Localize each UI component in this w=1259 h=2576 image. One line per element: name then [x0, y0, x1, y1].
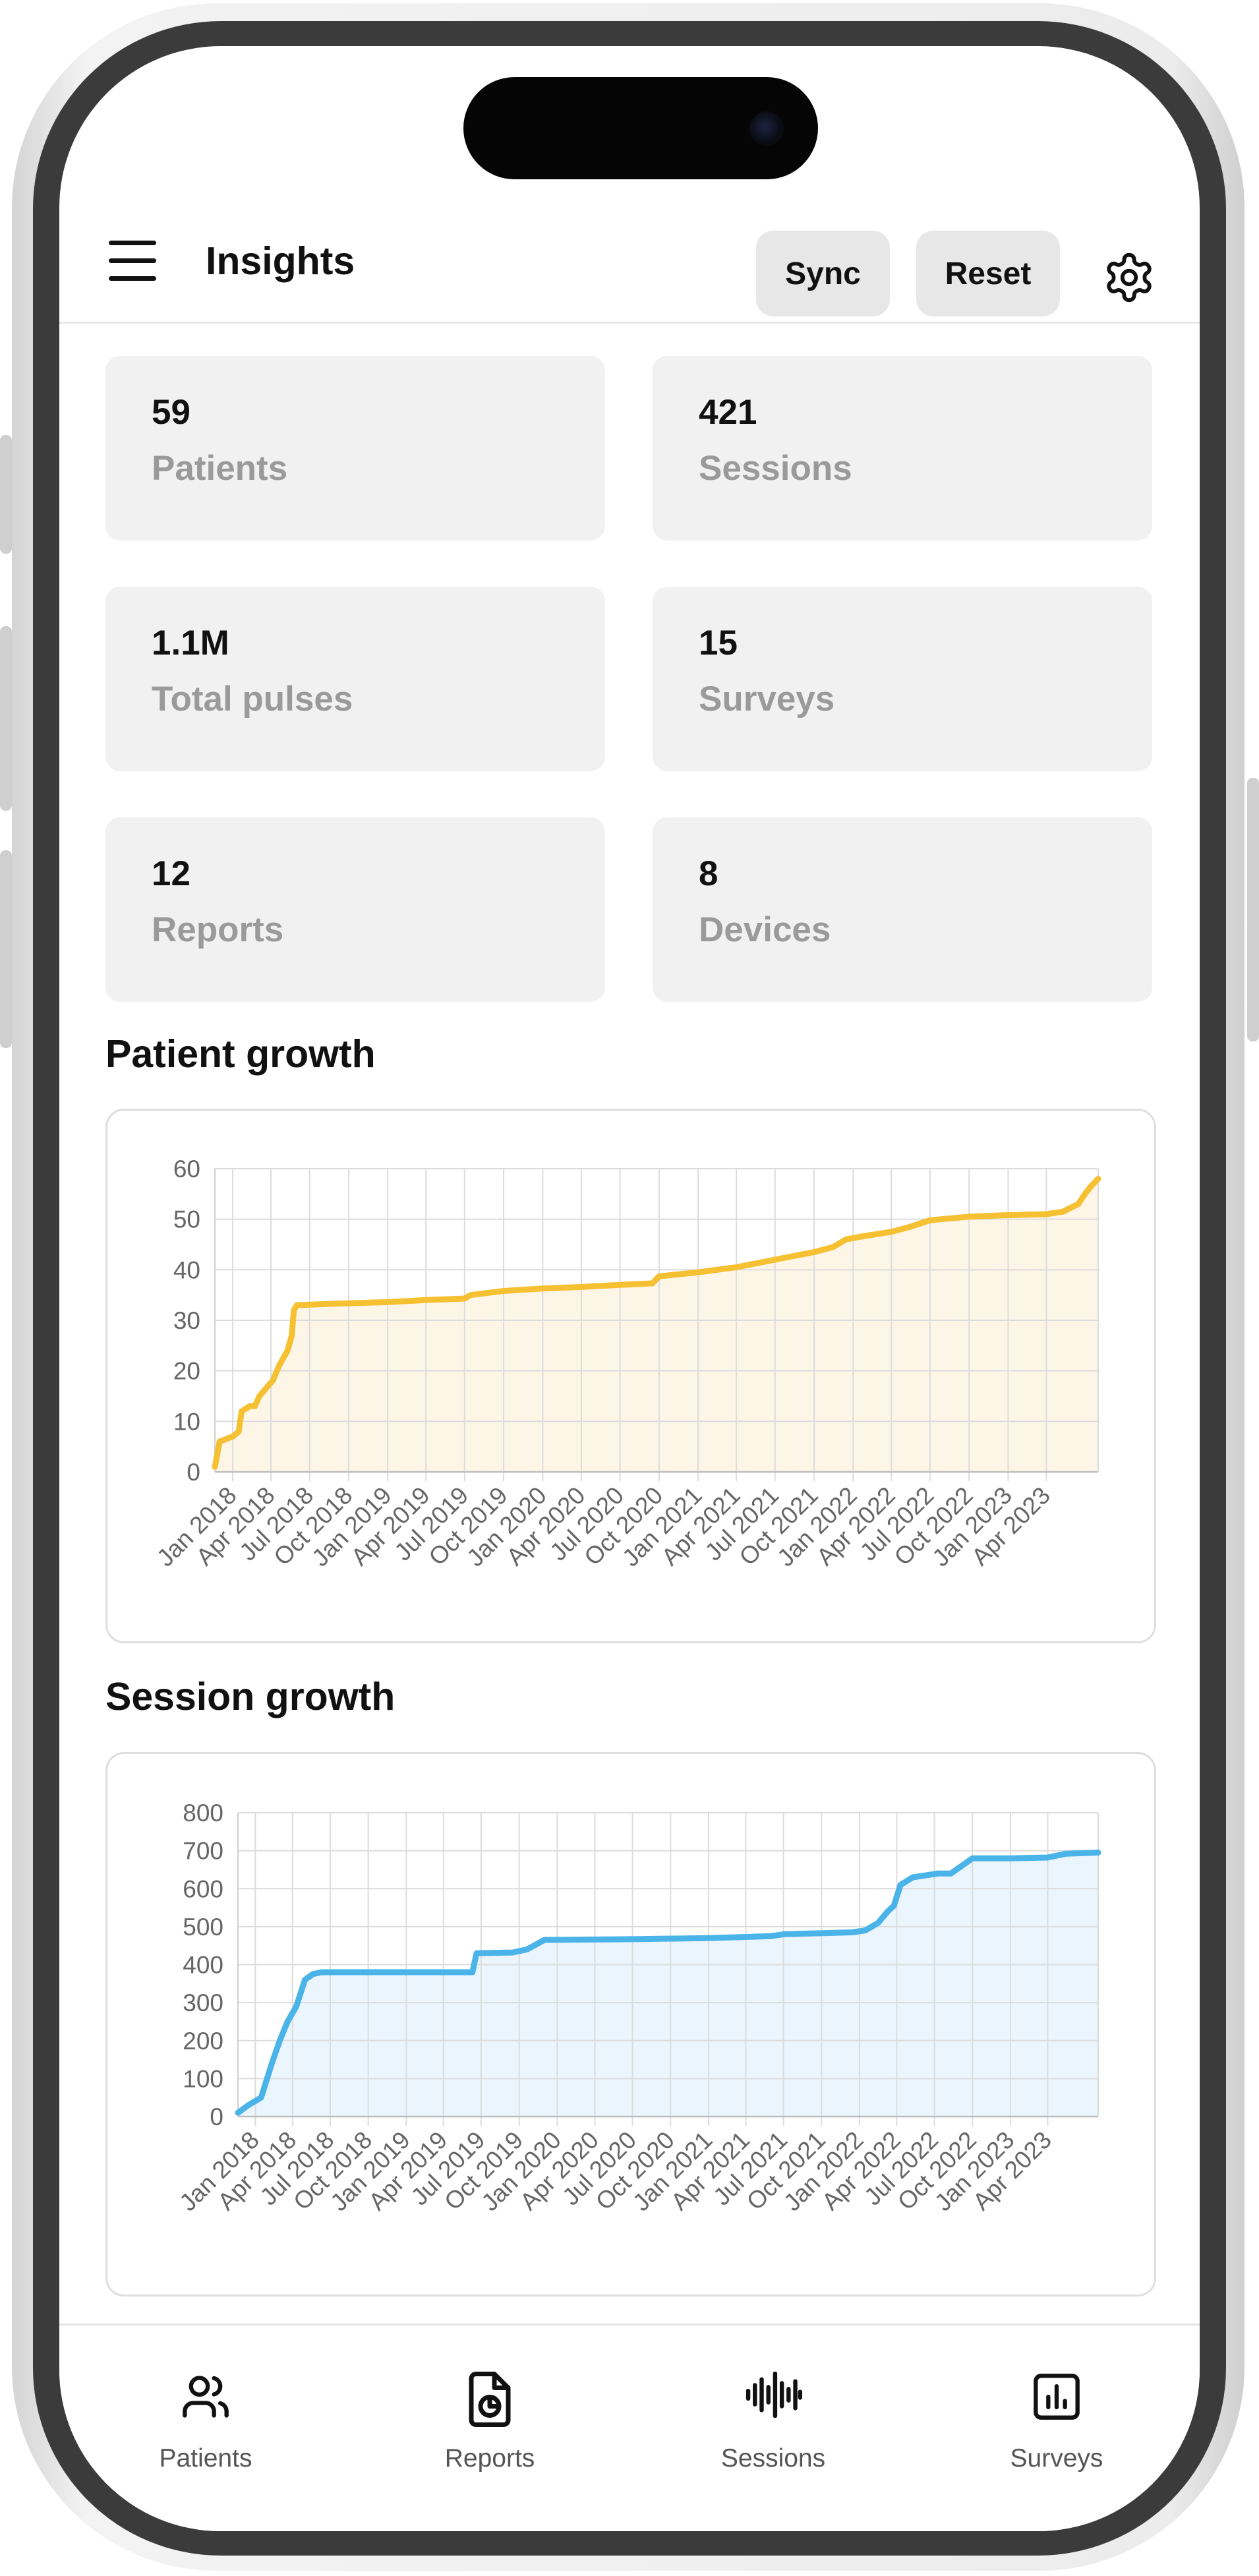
nav-label: Sessions [720, 2444, 826, 2473]
stat-card-devices[interactable]: 8 Devices [653, 817, 1152, 1002]
y-tick-label: 20 [173, 1358, 200, 1385]
stat-label: Patients [152, 449, 288, 488]
nav-sessions[interactable]: Sessions [674, 2326, 872, 2484]
session-growth-title: Session growth [105, 1675, 395, 1718]
stat-card-reports[interactable]: 12 Reports [105, 817, 605, 1002]
stat-value: 8 [699, 854, 718, 893]
dynamic-island [463, 77, 818, 179]
volume-up-button [0, 435, 12, 554]
nav-label: Surveys [1010, 2444, 1103, 2473]
y-tick-label: 0 [210, 2103, 223, 2130]
stat-value: 15 [699, 624, 738, 662]
bottom-nav: Patients Reports Sessions Surveys [59, 2324, 1200, 2531]
y-tick-label: 400 [183, 1952, 223, 1979]
stat-label: Surveys [699, 680, 835, 718]
page-title: Insights [206, 239, 355, 283]
y-tick-label: 50 [173, 1206, 200, 1233]
y-tick-label: 600 [183, 1875, 223, 1902]
y-tick-label: 10 [173, 1408, 200, 1435]
stat-card-patients[interactable]: 59 Patients [105, 356, 605, 541]
menu-icon[interactable] [109, 241, 156, 281]
action-button [0, 850, 12, 1048]
stat-card-sessions[interactable]: 421 Sessions [653, 356, 1152, 541]
stat-label: Reports [152, 910, 284, 949]
stat-value: 12 [152, 854, 190, 893]
y-tick-label: 40 [173, 1256, 200, 1283]
stat-value: 59 [152, 393, 190, 432]
waveform-icon [746, 2372, 803, 2418]
area-fill [215, 1179, 1098, 1472]
patient-growth-svg: 0102030405060Jan 2018Apr 2018Jul 2018Oct… [152, 1156, 1101, 1571]
y-tick-label: 800 [183, 1800, 223, 1827]
users-icon [183, 2376, 229, 2418]
stat-value: 1.1M [152, 624, 229, 662]
y-tick-label: 0 [187, 1459, 200, 1486]
gear-icon[interactable] [1102, 250, 1156, 305]
session-growth-chart: 0 100 200 300 400 500 600 700 800 Jan 2018 Apr 201… [105, 1752, 1156, 2297]
reset-button[interactable]: Reset [916, 231, 1060, 316]
y-tick-label: 500 [183, 1914, 223, 1941]
bar-chart-icon [1034, 2374, 1080, 2420]
volume-down-button [0, 626, 12, 811]
sync-button[interactable]: Sync [756, 231, 890, 316]
patient-growth-title: Patient growth [105, 1032, 376, 1076]
patient-growth-chart: 0 10 20 30 40 50 60 Jan 2018 Apr 2018 Jul 2018 Oct… [105, 1109, 1156, 1643]
file-chart-icon [469, 2372, 511, 2427]
y-tick-label: 60 [173, 1156, 200, 1183]
camera-lens [749, 111, 784, 146]
nav-label: Reports [444, 2444, 535, 2473]
app-bar: Insights Sync Reset [59, 198, 1200, 324]
stat-card-surveys[interactable]: 15 Surveys [653, 587, 1152, 771]
power-button [1247, 778, 1259, 1041]
y-tick-label: 200 [183, 2028, 223, 2055]
nav-label: Patients [159, 2444, 252, 2473]
nav-patients[interactable]: Patients [107, 2326, 305, 2484]
stat-label: Sessions [699, 449, 852, 488]
stat-label: Total pulses [152, 680, 353, 718]
y-tick-label: 30 [173, 1307, 200, 1334]
stat-label: Devices [699, 910, 831, 949]
stat-card-total-pulses[interactable]: 1.1M Total pulses [105, 587, 605, 771]
nav-surveys[interactable]: Surveys [958, 2326, 1156, 2484]
y-tick-label: 700 [183, 1838, 223, 1865]
stat-value: 421 [699, 393, 757, 432]
y-tick-label: 100 [183, 2065, 223, 2092]
area-fill [238, 1852, 1098, 2117]
nav-reports[interactable]: Reports [391, 2326, 589, 2484]
y-tick-label: 300 [183, 1989, 223, 2016]
session-growth-svg: 0100200300400500600700800Jan 2018Apr 201… [174, 1800, 1101, 2216]
screen: Insights Sync Reset 59 Patients 421 Sess… [59, 46, 1200, 2531]
